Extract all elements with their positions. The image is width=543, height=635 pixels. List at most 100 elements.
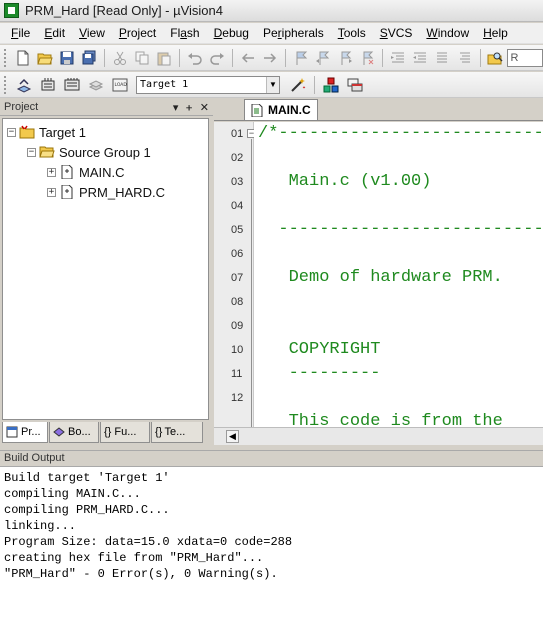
toolbar-separator [285,48,287,67]
manage-components-button[interactable] [321,75,341,95]
menu-peripherals[interactable]: Peripherals [256,23,331,44]
menu-debug[interactable]: Debug [207,23,256,44]
build-output-text[interactable]: Build target 'Target 1' compiling MAIN.C… [0,467,543,585]
cut-button[interactable] [111,48,129,68]
tab-main-c[interactable]: MAIN.C [244,99,318,120]
code-line: COPYRIGHT [258,340,381,359]
save-all-button[interactable] [80,48,98,68]
navigate-forward-button[interactable] [261,48,279,68]
build-output-line: compiling PRM_HARD.C... [4,503,170,517]
navigate-back-button[interactable] [239,48,257,68]
tab-templates[interactable]: {} Te... [151,422,203,443]
batch-build-button[interactable] [86,75,106,95]
expand-icon[interactable]: + [47,187,56,197]
close-icon[interactable]: ✕ [200,101,209,114]
new-file-button[interactable] [14,48,32,68]
tree-item-file[interactable]: + MAIN.C [47,163,125,181]
code-editor[interactable]: 01 02 03 04 05 06 07 08 09 10 11 12 − /*… [214,122,543,427]
translate-button[interactable] [14,75,34,95]
bookmark-clear-button[interactable] [358,48,376,68]
bookmark-toggle-button[interactable] [292,48,310,68]
line-number: 09 [231,320,244,332]
menu-file[interactable]: File [4,23,37,44]
tree-item-label: PRM_HARD.C [79,184,165,200]
unindent-button[interactable] [411,48,429,68]
tree-item-source-group[interactable]: − Source Group 1 [27,143,151,161]
project-tree[interactable]: − Target 1 − Source Group 1 + MAIN.C + P… [2,118,209,420]
menu-help[interactable]: Help [476,23,515,44]
bookmark-prev-button[interactable] [314,48,332,68]
expand-icon[interactable]: + [47,167,56,177]
toolbar-grip[interactable] [4,48,8,67]
scroll-left-icon[interactable]: ◀ [226,430,239,443]
project-panel-tabs: Pr... Bo... {} Fu... {} Te... [2,422,209,443]
c-file-icon [251,103,263,117]
open-folder-icon [37,53,53,64]
line-number: 05 [231,224,244,236]
tab-functions[interactable]: {} Fu... [100,422,150,443]
uncomment-button[interactable] [455,48,473,68]
code-line: --------------------------------------- [278,220,543,239]
bookmark-next-button[interactable] [336,48,354,68]
unindent-icon [413,52,427,62]
tree-item-file[interactable]: + PRM_HARD.C [47,183,165,201]
title-bar: PRM_Hard [Read Only] - µVision4 [0,0,543,22]
toolbar-grip[interactable] [4,75,8,94]
menu-project[interactable]: Project [112,23,163,44]
collapse-icon[interactable]: − [7,127,16,137]
horizontal-scrollbar[interactable]: ◀ [214,427,543,445]
build-output-line: creating hex file from "PRM_Hard"... [4,551,264,565]
chevron-down-icon[interactable]: ▼ [266,76,279,93]
code-line: Demo of hardware PRM. [258,268,503,287]
file-extensions-button[interactable] [345,75,365,95]
menu-svcs[interactable]: SVCS [373,23,420,44]
load-download-icon: LOAD [112,78,128,91]
redo-icon [210,52,225,65]
menu-tools[interactable]: Tools [331,23,373,44]
collapse-icon[interactable]: − [27,147,36,157]
c-file-icon [61,165,73,179]
target-options-button[interactable] [288,75,308,95]
find-input[interactable]: R [506,48,543,67]
comment-lines-icon [437,52,448,62]
open-file-button[interactable] [36,48,54,68]
toolbar-separator [382,48,384,67]
copy-button[interactable] [133,48,151,68]
build-output-line: compiling MAIN.C... [4,487,141,501]
tree-item-target[interactable]: − Target 1 [7,123,86,141]
line-number: 02 [231,152,244,164]
line-number: 07 [231,272,244,284]
save-icon [60,51,74,64]
pin-icon[interactable]: ᚐ [186,101,191,114]
menu-flash[interactable]: Flash [163,23,206,44]
find-in-files-button[interactable] [486,48,504,68]
menu-view[interactable]: View [72,23,112,44]
tree-item-label: Target 1 [39,124,86,140]
copy-icon [135,51,149,64]
project-panel-header: Project ▾ ᚐ ✕ [0,99,213,116]
find-in-files-icon [487,52,503,64]
books-icon [53,427,65,437]
menu-window[interactable]: Window [419,23,476,44]
redo-button[interactable] [208,48,226,68]
project-panel-title: Project [4,101,39,113]
comment-button[interactable] [433,48,451,68]
load-download-button[interactable]: LOAD [110,75,130,95]
menu-edit[interactable]: Edit [37,23,72,44]
fold-column [254,122,257,427]
undo-button[interactable] [186,48,204,68]
target-select-value: Target 1 [140,79,189,90]
line-number: 04 [231,200,244,212]
arrow-right-icon [264,52,277,63]
rebuild-button[interactable] [62,75,82,95]
save-button[interactable] [58,48,76,68]
build-button[interactable] [38,75,58,95]
target-select[interactable]: Target 1 ▼ [136,75,280,94]
tab-project[interactable]: Pr... [2,422,48,443]
pin-dropdown-icon[interactable]: ▾ [173,101,179,114]
indent-button[interactable] [389,48,407,68]
tab-books[interactable]: Bo... [49,422,99,443]
batch-build-icon [88,79,104,91]
paste-button[interactable] [155,48,173,68]
bookmark-flag-icon [296,51,308,65]
